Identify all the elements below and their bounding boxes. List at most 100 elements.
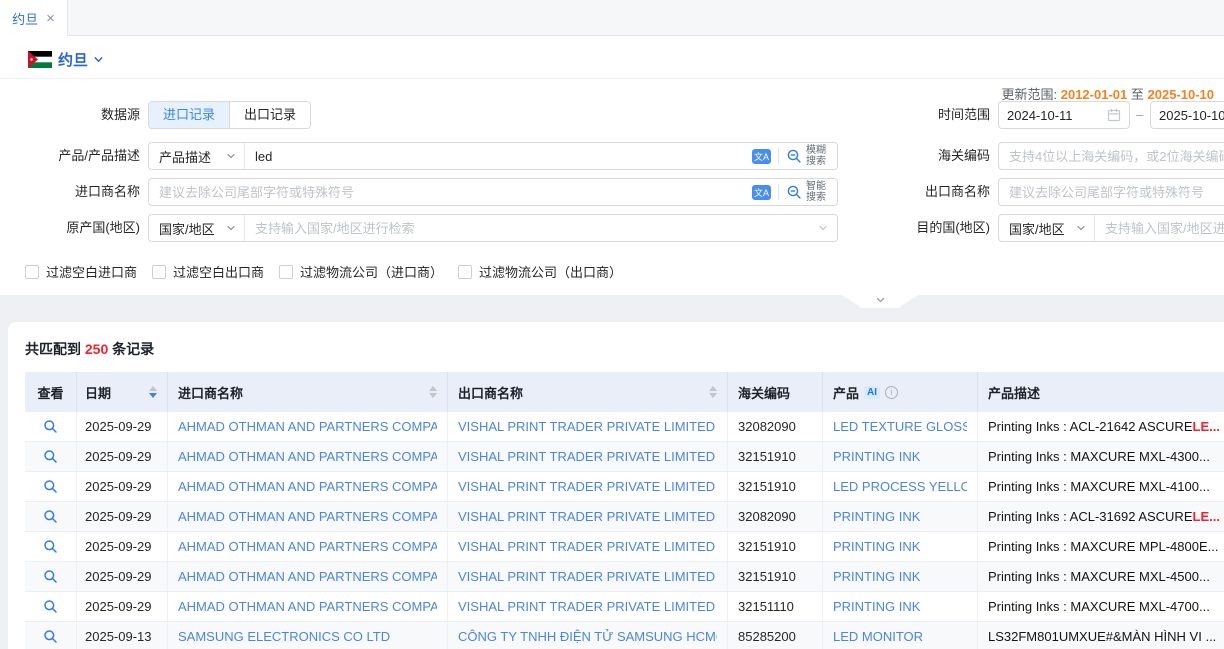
table-body: 2025-09-29 AHMAD OTHMAN AND PARTNERS COM… <box>25 412 1224 649</box>
table-row: 2025-09-29 AHMAD OTHMAN AND PARTNERS COM… <box>25 562 1224 592</box>
update-end-date: 2025-10-10 <box>1148 87 1215 102</box>
cell-date: 2025-09-29 <box>77 532 168 561</box>
cell-date: 2025-09-13 <box>77 622 168 649</box>
table-row: 2025-09-29 AHMAD OTHMAN AND PARTNERS COM… <box>25 502 1224 532</box>
checkbox[interactable] <box>152 265 166 279</box>
time-range-label: 时间范围 <box>850 101 990 129</box>
cell-hs-code: 32151910 <box>728 562 823 591</box>
zoom-out-icon <box>786 184 803 201</box>
sort-icon[interactable] <box>149 386 157 398</box>
exporter-link[interactable]: VISHAL PRINT TRADER PRIVATE LIMITED <box>458 479 715 494</box>
cell-date: 2025-09-29 <box>77 472 168 501</box>
product-link[interactable]: LED PROCESS YELLOW... <box>833 479 967 494</box>
translate-icon[interactable]: 文A <box>752 185 771 200</box>
cell-description: Printing Inks : ACL-31692 ASCURE LE... <box>978 502 1224 531</box>
importer-input[interactable] <box>149 179 743 205</box>
filter-logistics-exporter: 过滤物流公司（出口商） <box>458 262 622 281</box>
table-row: 2025-09-29 AHMAD OTHMAN AND PARTNERS COM… <box>25 532 1224 562</box>
product-link[interactable]: LED MONITOR <box>833 629 923 644</box>
cell-hs-code: 32151910 <box>728 532 823 561</box>
results-summary: 共匹配到 250 条记录 <box>25 339 154 359</box>
highlight-text: LE... <box>1193 509 1220 524</box>
checkbox[interactable] <box>25 265 39 279</box>
sort-icon[interactable] <box>429 386 437 398</box>
importer-link[interactable]: SAMSUNG ELECTRONICS CO LTD <box>178 629 390 644</box>
product-input[interactable] <box>245 143 743 169</box>
translate-icon[interactable]: 文A <box>752 149 771 164</box>
importer-link[interactable]: AHMAD OTHMAN AND PARTNERS COMPA... <box>178 479 437 494</box>
importer-link[interactable]: AHMAD OTHMAN AND PARTNERS COMPA... <box>178 509 437 524</box>
data-source-toggle: 进口记录 出口记录 <box>148 101 311 129</box>
fuzzy-search-button[interactable]: 模糊搜索 <box>786 145 828 167</box>
view-record-button[interactable] <box>25 622 77 649</box>
origin-country-input[interactable] <box>245 215 818 241</box>
product-type-select[interactable]: 产品描述 <box>149 143 245 169</box>
hs-code-input[interactable] <box>999 143 1224 169</box>
view-record-button[interactable] <box>25 562 77 591</box>
origin-country-select[interactable]: 国家/地区 <box>149 215 245 241</box>
smart-search-button[interactable]: 智能搜索 <box>786 181 828 203</box>
table-row: 2025-09-29 AHMAD OTHMAN AND PARTNERS COM… <box>25 412 1224 442</box>
cell-description: Printing Inks : MAXCURE MXL-4300... <box>978 442 1224 471</box>
start-date-input[interactable]: 2024-10-11 <box>998 101 1130 129</box>
search-icon <box>43 629 58 644</box>
dest-country-select[interactable]: 国家/地区 <box>999 215 1095 241</box>
view-record-button[interactable] <box>25 442 77 471</box>
export-records-button[interactable]: 出口记录 <box>229 102 310 128</box>
info-icon[interactable]: i <box>885 386 898 399</box>
exporter-link[interactable]: CÔNG TY TNHH ĐIỆN TỬ SAMSUNG HCMC... <box>458 629 717 644</box>
column-date[interactable]: 日期 <box>77 372 168 412</box>
divider <box>0 78 1224 79</box>
cell-description: Printing Inks : MAXCURE MXL-4500... <box>978 562 1224 591</box>
product-link[interactable]: PRINTING INK <box>833 599 920 614</box>
zoom-out-icon <box>786 148 803 165</box>
product-link[interactable]: PRINTING INK <box>833 569 920 584</box>
importer-label: 进口商名称 <box>0 178 140 206</box>
hs-code-group <box>998 142 1224 170</box>
close-icon[interactable]: × <box>46 11 55 26</box>
table-row: 2025-09-29 AHMAD OTHMAN AND PARTNERS COM… <box>25 472 1224 502</box>
importer-link[interactable]: AHMAD OTHMAN AND PARTNERS COMPA... <box>178 419 437 434</box>
product-link[interactable]: PRINTING INK <box>833 539 920 554</box>
exporter-link[interactable]: VISHAL PRINT TRADER PRIVATE LIMITED <box>458 419 715 434</box>
search-icon <box>43 539 58 554</box>
tab-jordan[interactable]: 约旦 × <box>0 0 68 36</box>
checkbox[interactable] <box>458 265 472 279</box>
product-link[interactable]: LED TEXTURE GLOSS ... <box>833 419 967 434</box>
import-records-button[interactable]: 进口记录 <box>149 102 229 128</box>
view-record-button[interactable] <box>25 532 77 561</box>
importer-link[interactable]: AHMAD OTHMAN AND PARTNERS COMPA... <box>178 569 437 584</box>
importer-link[interactable]: AHMAD OTHMAN AND PARTNERS COMPA... <box>178 539 437 554</box>
cell-hs-code: 85285200 <box>728 622 823 649</box>
chevron-down-icon <box>1076 223 1086 233</box>
exporter-link[interactable]: VISHAL PRINT TRADER PRIVATE LIMITED <box>458 569 715 584</box>
exporter-input[interactable] <box>999 179 1224 205</box>
filter-blank-exporter: 过滤空白出口商 <box>152 262 264 281</box>
exporter-link[interactable]: VISHAL PRINT TRADER PRIVATE LIMITED <box>458 539 715 554</box>
view-record-button[interactable] <box>25 592 77 621</box>
importer-link[interactable]: AHMAD OTHMAN AND PARTNERS COMPA... <box>178 599 437 614</box>
product-link[interactable]: PRINTING INK <box>833 509 920 524</box>
product-link[interactable]: PRINTING INK <box>833 449 920 464</box>
cell-date: 2025-09-29 <box>77 502 168 531</box>
cell-date: 2025-09-29 <box>77 592 168 621</box>
view-record-button[interactable] <box>25 502 77 531</box>
filter-blank-importer: 过滤空白进口商 <box>25 262 137 281</box>
exporter-link[interactable]: VISHAL PRINT TRADER PRIVATE LIMITED <box>458 449 715 464</box>
view-record-button[interactable] <box>25 472 77 501</box>
checkbox[interactable] <box>279 265 293 279</box>
column-importer[interactable]: 进口商名称 <box>168 372 448 412</box>
column-exporter[interactable]: 出口商名称 <box>448 372 728 412</box>
importer-link[interactable]: AHMAD OTHMAN AND PARTNERS COMPA... <box>178 449 437 464</box>
country-selector[interactable]: 约旦 <box>58 49 104 70</box>
column-description: 产品描述 <box>978 372 1224 412</box>
exporter-link[interactable]: VISHAL PRINT TRADER PRIVATE LIMITED <box>458 599 715 614</box>
chevron-down-icon <box>226 223 236 233</box>
column-product: 产品 AI i <box>823 372 978 412</box>
dest-country-input[interactable] <box>1095 215 1224 241</box>
sort-icon[interactable] <box>709 386 717 398</box>
origin-country-group: 国家/地区 <box>148 214 838 242</box>
view-record-button[interactable] <box>25 412 77 441</box>
exporter-link[interactable]: VISHAL PRINT TRADER PRIVATE LIMITED <box>458 509 715 524</box>
end-date-input[interactable]: 2025-10-10 <box>1150 101 1224 129</box>
